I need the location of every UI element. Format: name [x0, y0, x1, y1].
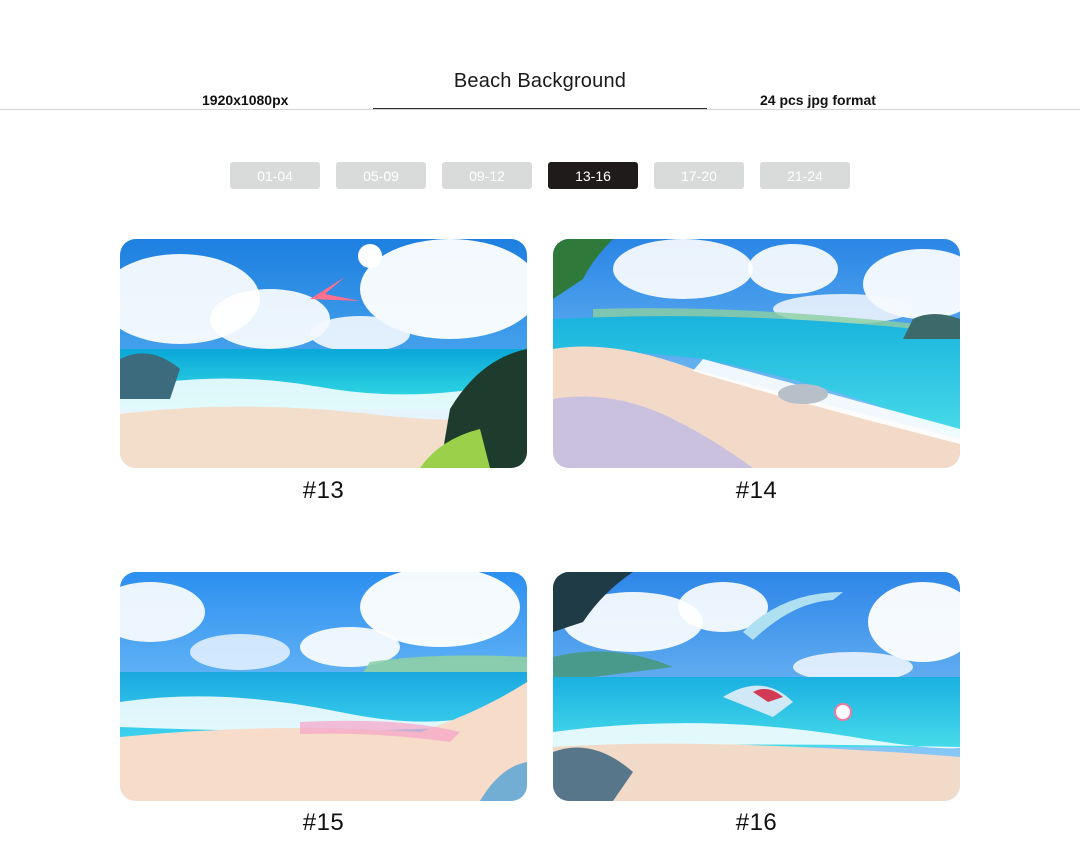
tab-17-20[interactable]: 17-20	[654, 162, 744, 189]
image-number: #16	[735, 809, 778, 836]
gallery-card[interactable]: #14	[553, 239, 960, 504]
gallery-card[interactable]: #13	[120, 239, 527, 504]
beach-thumbnail[interactable]	[553, 572, 960, 801]
gallery-card[interactable]: #15	[120, 572, 527, 836]
tab-21-24[interactable]: 21-24	[760, 162, 850, 189]
tab-09-12[interactable]: 09-12	[442, 162, 532, 189]
beach-thumbnail[interactable]	[120, 239, 527, 468]
tab-13-16[interactable]: 13-16	[548, 162, 638, 189]
beach-thumbnail[interactable]	[553, 239, 960, 468]
image-number: #14	[735, 477, 778, 504]
tab-01-04[interactable]: 01-04	[230, 162, 320, 189]
resolution-label: 1920x1080px	[202, 92, 289, 108]
format-label: 24 pcs jpg format	[760, 92, 876, 108]
beach-thumbnail[interactable]	[120, 572, 527, 801]
tab-05-09[interactable]: 05-09	[336, 162, 426, 189]
header-divider	[0, 109, 1080, 110]
image-number: #15	[302, 809, 345, 836]
page-title: Beach Background	[453, 70, 627, 92]
page-header: Beach Background 1920x1080px 24 pcs jpg …	[0, 0, 1080, 112]
gallery-card[interactable]: #16	[553, 572, 960, 836]
image-number: #13	[302, 477, 345, 504]
